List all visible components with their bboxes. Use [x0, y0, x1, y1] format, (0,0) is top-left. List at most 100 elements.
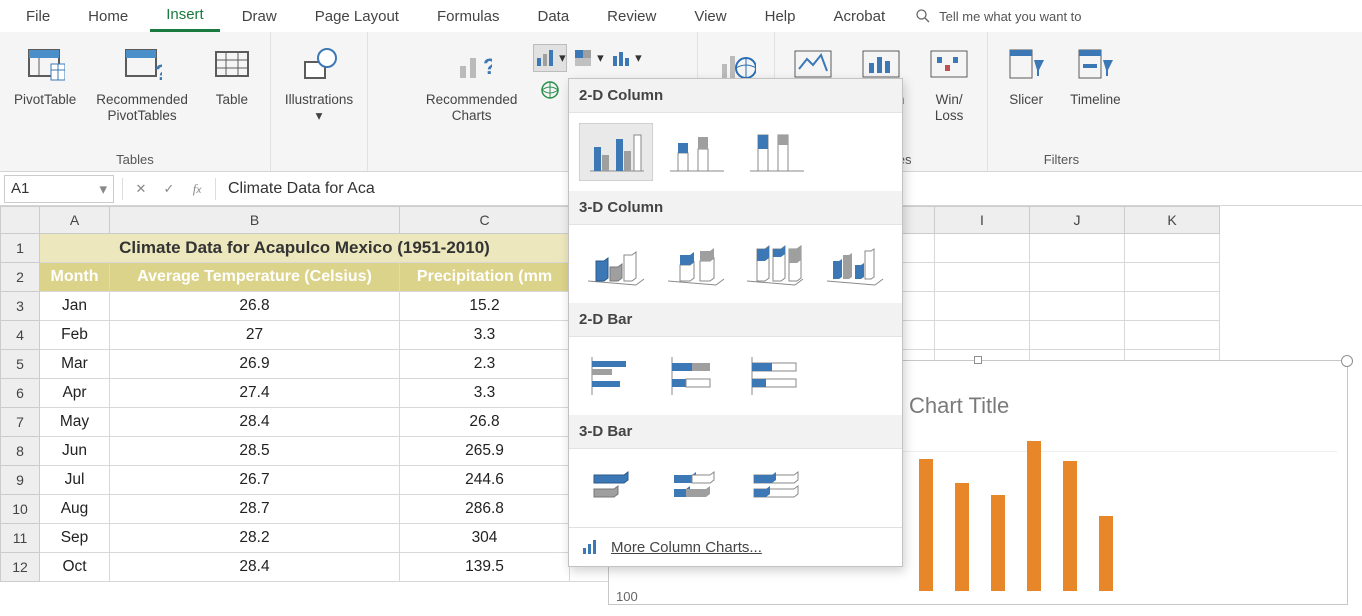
enter-formula-button[interactable]: ✓ [155, 175, 183, 203]
row-header[interactable]: 8 [0, 437, 40, 466]
cell[interactable]: Sep [40, 524, 110, 553]
cell[interactable] [935, 234, 1030, 263]
cell[interactable]: 26.9 [110, 350, 400, 379]
slicer-button[interactable]: Slicer [998, 38, 1054, 110]
cell[interactable]: 15.2 [400, 292, 570, 321]
cell[interactable]: Mar [40, 350, 110, 379]
cell[interactable]: 28.5 [110, 437, 400, 466]
resize-handle[interactable] [1341, 355, 1353, 367]
tab-draw[interactable]: Draw [226, 2, 293, 31]
100-stacked-column-option[interactable] [739, 123, 813, 181]
cell[interactable] [1125, 234, 1220, 263]
3d-100-stacked-column-option[interactable] [739, 235, 813, 293]
cell[interactable] [935, 292, 1030, 321]
fx-button[interactable]: fx [183, 175, 211, 203]
cell[interactable]: 3.3 [400, 321, 570, 350]
cancel-formula-button[interactable]: ✕ [127, 175, 155, 203]
sparkline-winloss-button[interactable]: Win/ Loss [921, 38, 977, 126]
row-header[interactable]: 6 [0, 379, 40, 408]
cell[interactable]: 26.7 [110, 466, 400, 495]
cell[interactable]: Jul [40, 466, 110, 495]
cell[interactable]: Oct [40, 553, 110, 582]
row-header[interactable]: 4 [0, 321, 40, 350]
cell[interactable]: 28.4 [110, 553, 400, 582]
cell[interactable]: 26.8 [110, 292, 400, 321]
pivottable-button[interactable]: PivotTable [10, 38, 80, 110]
tab-file[interactable]: File [10, 2, 66, 31]
cell[interactable]: Apr [40, 379, 110, 408]
row-header[interactable]: 3 [0, 292, 40, 321]
cell[interactable]: Precipitation (mm [400, 263, 570, 292]
cell[interactable] [1125, 321, 1220, 350]
row-header[interactable]: 1 [0, 234, 40, 263]
stacked-bar-option[interactable] [659, 347, 733, 405]
row-header[interactable]: 12 [0, 553, 40, 582]
timeline-button[interactable]: Timeline [1066, 38, 1125, 110]
statistic-chart-button[interactable]: ▾ [609, 44, 643, 72]
row-header[interactable]: 11 [0, 524, 40, 553]
cell[interactable]: Climate Data for Acapulco Mexico (1951-2… [40, 234, 570, 263]
cell[interactable] [1030, 263, 1125, 292]
row-header[interactable]: 10 [0, 495, 40, 524]
cell[interactable]: 27.4 [110, 379, 400, 408]
cell[interactable]: Aug [40, 495, 110, 524]
row-header[interactable]: 9 [0, 466, 40, 495]
tab-formulas[interactable]: Formulas [421, 2, 516, 31]
row-header[interactable]: 5 [0, 350, 40, 379]
3d-stacked-column-option[interactable] [659, 235, 733, 293]
maps-button[interactable] [533, 76, 567, 104]
3d-100-stacked-bar-option[interactable] [739, 459, 813, 517]
cell[interactable]: 139.5 [400, 553, 570, 582]
cell[interactable]: Average Temperature (Celsius) [110, 263, 400, 292]
3d-stacked-bar-option[interactable] [659, 459, 733, 517]
column-header[interactable]: K [1125, 206, 1220, 234]
hierarchy-chart-button[interactable]: ▾ [571, 44, 605, 72]
column-header[interactable]: I [935, 206, 1030, 234]
cell[interactable]: 3.3 [400, 379, 570, 408]
cell[interactable]: 286.8 [400, 495, 570, 524]
tab-insert[interactable]: Insert [150, 0, 220, 32]
more-column-charts-link[interactable]: More Column Charts... [569, 527, 902, 566]
cell[interactable]: 28.7 [110, 495, 400, 524]
table-button[interactable]: Table [204, 38, 260, 110]
tell-me-search[interactable]: Tell me what you want to [915, 8, 1081, 24]
column-header[interactable]: C [400, 206, 570, 234]
tab-page-layout[interactable]: Page Layout [299, 2, 415, 31]
cell[interactable]: 26.8 [400, 408, 570, 437]
cell[interactable]: 27 [110, 321, 400, 350]
3d-clustered-column-option[interactable] [579, 235, 653, 293]
column-header[interactable]: A [40, 206, 110, 234]
cell[interactable]: May [40, 408, 110, 437]
resize-handle[interactable] [974, 356, 982, 364]
clustered-bar-option[interactable] [579, 347, 653, 405]
cell[interactable]: 28.2 [110, 524, 400, 553]
cell[interactable]: 265.9 [400, 437, 570, 466]
cell[interactable]: 28.4 [110, 408, 400, 437]
cell[interactable]: Jun [40, 437, 110, 466]
cell[interactable]: 2.3 [400, 350, 570, 379]
clustered-column-option[interactable] [579, 123, 653, 181]
row-header[interactable]: 7 [0, 408, 40, 437]
chart-title[interactable]: Chart Title [909, 393, 1009, 419]
100-stacked-bar-option[interactable] [739, 347, 813, 405]
tab-help[interactable]: Help [749, 2, 812, 31]
column-header[interactable]: J [1030, 206, 1125, 234]
tab-home[interactable]: Home [72, 2, 144, 31]
column-chart-button[interactable]: ▾ [533, 44, 567, 72]
cell[interactable]: Jan [40, 292, 110, 321]
name-box[interactable]: A1 ▾ [4, 175, 114, 203]
column-header[interactable]: B [110, 206, 400, 234]
cell[interactable]: 244.6 [400, 466, 570, 495]
recommended-charts-button[interactable]: ? Recommended Charts [422, 38, 522, 126]
3d-clustered-bar-option[interactable] [579, 459, 653, 517]
tab-data[interactable]: Data [521, 2, 585, 31]
row-header[interactable]: 2 [0, 263, 40, 292]
cell[interactable] [935, 263, 1030, 292]
cell[interactable] [935, 321, 1030, 350]
recommended-pivot-button[interactable]: ? Recommended PivotTables [92, 38, 192, 126]
cell[interactable] [1030, 292, 1125, 321]
stacked-column-option[interactable] [659, 123, 733, 181]
tab-view[interactable]: View [678, 2, 742, 31]
cell[interactable] [1030, 234, 1125, 263]
cell[interactable]: 304 [400, 524, 570, 553]
